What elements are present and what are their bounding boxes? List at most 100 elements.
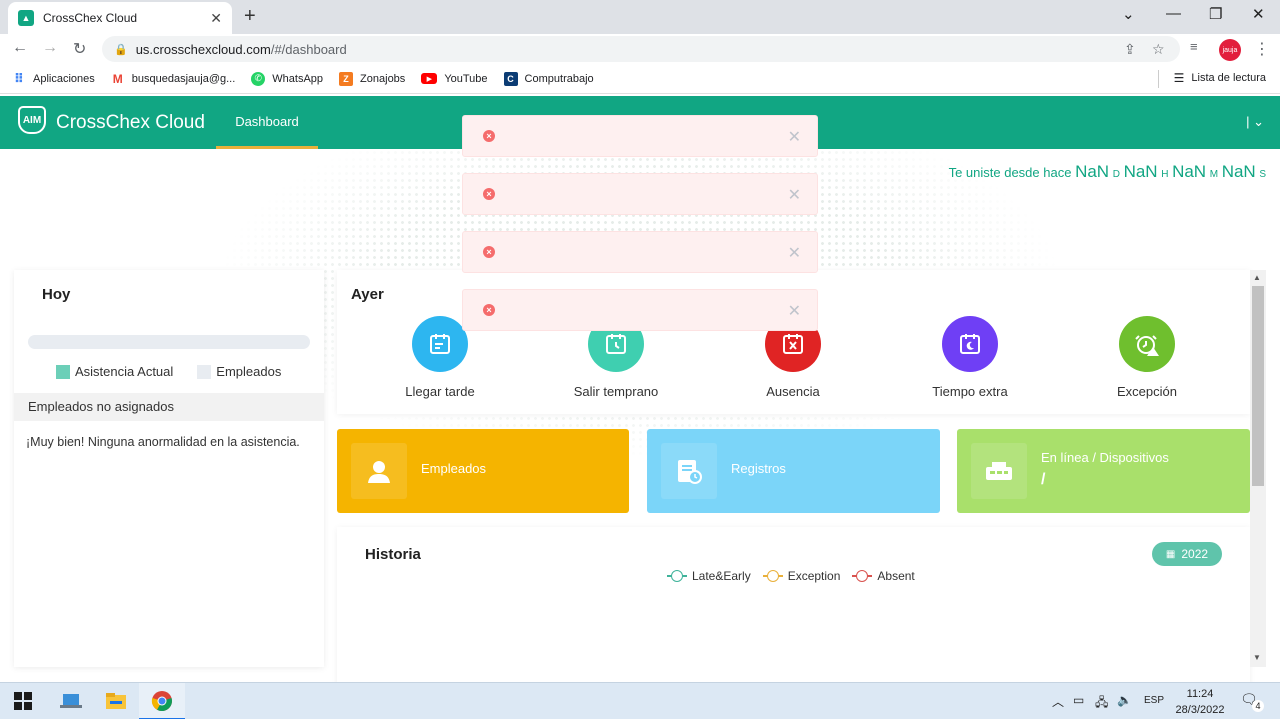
employees-tile[interactable]: Empleados — [337, 429, 629, 513]
whatsapp-icon: ✆ — [251, 71, 266, 86]
new-tab-icon[interactable]: + — [244, 5, 256, 28]
bookmark-apps[interactable]: ⠿ Aplicaciones — [12, 71, 95, 86]
chrome-icon[interactable] — [151, 690, 173, 712]
url-host: us.crosschexcloud.com — [135, 41, 271, 57]
reading-list-button[interactable]: ☰ Lista de lectura — [1174, 71, 1266, 85]
bookmark-gmail[interactable]: M busquedasjauja@g... — [111, 72, 236, 86]
forward-icon[interactable]: → — [42, 39, 58, 57]
toast-close-icon[interactable]: ✕ — [788, 301, 801, 321]
minimize-icon[interactable]: — — [1166, 5, 1181, 22]
year-label: 2022 — [1181, 547, 1209, 561]
toast-close-icon[interactable]: ✕ — [788, 185, 801, 205]
records-icon — [661, 443, 717, 499]
error-icon: × — [483, 188, 495, 200]
browser-tab[interactable]: ▲ CrossChex Cloud ✕ — [8, 2, 232, 34]
scroll-down-icon[interactable]: ▼ — [1253, 653, 1261, 662]
brand-name: CrossChex Cloud — [56, 112, 205, 133]
yesterday-title: Ayer — [351, 286, 384, 303]
bookmark-computrabajo[interactable]: C Computrabajo — [503, 71, 594, 86]
unassigned-employees-header: Empleados no asignados — [14, 393, 324, 421]
address-bar[interactable]: 🔒 us.crosschexcloud.com/#/dashboard ⇪ ☆ — [102, 36, 1180, 62]
error-icon: × — [483, 246, 495, 258]
url-path: /#/dashboard — [270, 41, 347, 57]
bookmark-label: YouTube — [444, 72, 488, 85]
error-icon: × — [483, 130, 495, 142]
taskbar-clock[interactable]: 11:24 28/3/2022 — [1172, 686, 1228, 718]
since-minutes-value: NaN — [1172, 162, 1207, 181]
tray-expand-icon[interactable]: ︿ — [1052, 693, 1064, 710]
stat-overtime[interactable]: Tiempo extra — [890, 316, 1050, 399]
tab-close-icon[interactable]: ✕ — [210, 10, 222, 27]
close-window-icon[interactable]: ✕ — [1252, 5, 1265, 23]
back-icon[interactable]: ← — [12, 39, 28, 57]
stat-label: Salir temprano — [573, 384, 659, 399]
bookmark-whatsapp[interactable]: ✆ WhatsApp — [251, 71, 324, 86]
bookmark-youtube[interactable]: ▶ YouTube — [421, 72, 488, 85]
legend-marker — [667, 570, 687, 582]
legend-label: Late&Early — [692, 569, 751, 583]
records-tile[interactable]: Registros — [647, 429, 940, 513]
toast-close-icon[interactable]: ✕ — [788, 127, 801, 147]
bookmark-zonajobs[interactable]: Z Zonajobs — [339, 71, 406, 86]
legend-marker — [762, 570, 783, 582]
crosschex-favicon-icon: ▲ — [18, 10, 34, 26]
computrabajo-icon: C — [503, 71, 518, 86]
legend-swatch-actual — [56, 364, 70, 379]
bookmark-star-icon[interactable]: ☆ — [1152, 41, 1165, 58]
history-legend: Late&Early Exception Absent — [667, 569, 927, 583]
reading-queue-icon[interactable]: ≡ — [1190, 39, 1198, 54]
legend-late-early[interactable]: Late&Early — [667, 569, 751, 583]
legend-absent[interactable]: Absent — [852, 569, 915, 583]
laptop-app-icon[interactable] — [60, 690, 82, 712]
history-card: Historia ▦ 2022 Late&Early Exception Abs… — [337, 527, 1250, 682]
since-seconds-value: NaN — [1221, 162, 1256, 181]
language-indicator[interactable]: ESP — [1144, 695, 1164, 706]
scroll-up-icon[interactable]: ▲ — [1253, 273, 1261, 282]
chrome-menu-icon[interactable]: ⋮ — [1254, 39, 1270, 59]
toast-close-icon[interactable]: ✕ — [788, 243, 801, 263]
tab-search-icon[interactable]: ⌄ — [1122, 5, 1135, 23]
file-explorer-icon[interactable] — [105, 690, 127, 712]
maximize-icon[interactable]: ❐ — [1209, 5, 1222, 23]
profile-avatar[interactable]: jauja — [1219, 39, 1241, 61]
error-icon: × — [483, 304, 495, 316]
content-scrollbar[interactable]: ▲ ▼ — [1250, 270, 1266, 667]
stat-label: Tiempo extra — [932, 384, 1008, 399]
reading-list-label: Lista de lectura — [1191, 72, 1266, 84]
network-icon[interactable]: 🖧 — [1095, 693, 1108, 714]
gmail-icon: M — [112, 71, 123, 86]
legend-employees-label: Empleados — [216, 364, 282, 379]
year-picker-button[interactable]: ▦ 2022 — [1152, 542, 1222, 566]
calendar-icon: ▦ — [1165, 548, 1176, 560]
bookmark-label: Computrabajo — [524, 72, 594, 85]
share-icon[interactable]: ⇪ — [1124, 41, 1136, 58]
volume-icon[interactable]: 🔈 — [1117, 693, 1132, 707]
no-anomaly-message: ¡Muy bien! Ninguna anormalidad en la asi… — [26, 435, 300, 449]
lock-icon: 🔒 — [114, 43, 128, 56]
devices-tile[interactable]: En línea / Dispositivos / — [957, 429, 1250, 513]
legend-label: Exception — [787, 569, 841, 583]
overtime-icon — [942, 316, 998, 372]
stat-label: Ausencia — [766, 384, 820, 399]
legend-exception[interactable]: Exception — [762, 569, 841, 583]
user-menu-dropdown[interactable]: | ⌄ — [1246, 114, 1264, 130]
windows-start-icon[interactable] — [12, 690, 34, 712]
crosschex-logo-icon: AIM — [18, 106, 46, 134]
battery-icon[interactable]: ▭ — [1073, 693, 1084, 707]
employees-tile-label: Empleados — [421, 461, 487, 476]
bookmark-label: Zonajobs — [360, 72, 406, 85]
bookmark-label: WhatsApp — [272, 72, 324, 85]
nav-dashboard[interactable]: Dashboard — [216, 96, 318, 149]
zonajobs-icon: Z — [339, 71, 354, 86]
reading-list-icon: ☰ — [1173, 71, 1185, 85]
stat-exception[interactable]: Excepción — [1067, 316, 1227, 399]
today-legend: Asistencia Actual Empleados — [56, 364, 281, 379]
reload-icon[interactable]: ↻ — [73, 39, 86, 59]
clock-date: 28/3/2022 — [1175, 704, 1225, 716]
scroll-thumb[interactable] — [1252, 286, 1264, 486]
since-days-unit: D — [1112, 169, 1120, 180]
browser-toolbar: ← → ↻ 🔒 us.crosschexcloud.com/#/dashboar… — [0, 34, 1280, 64]
devices-tile-label: En línea / Dispositivos — [1041, 450, 1169, 465]
since-minutes-unit: M — [1209, 169, 1219, 180]
legend-actual-label: Asistencia Actual — [75, 364, 174, 379]
